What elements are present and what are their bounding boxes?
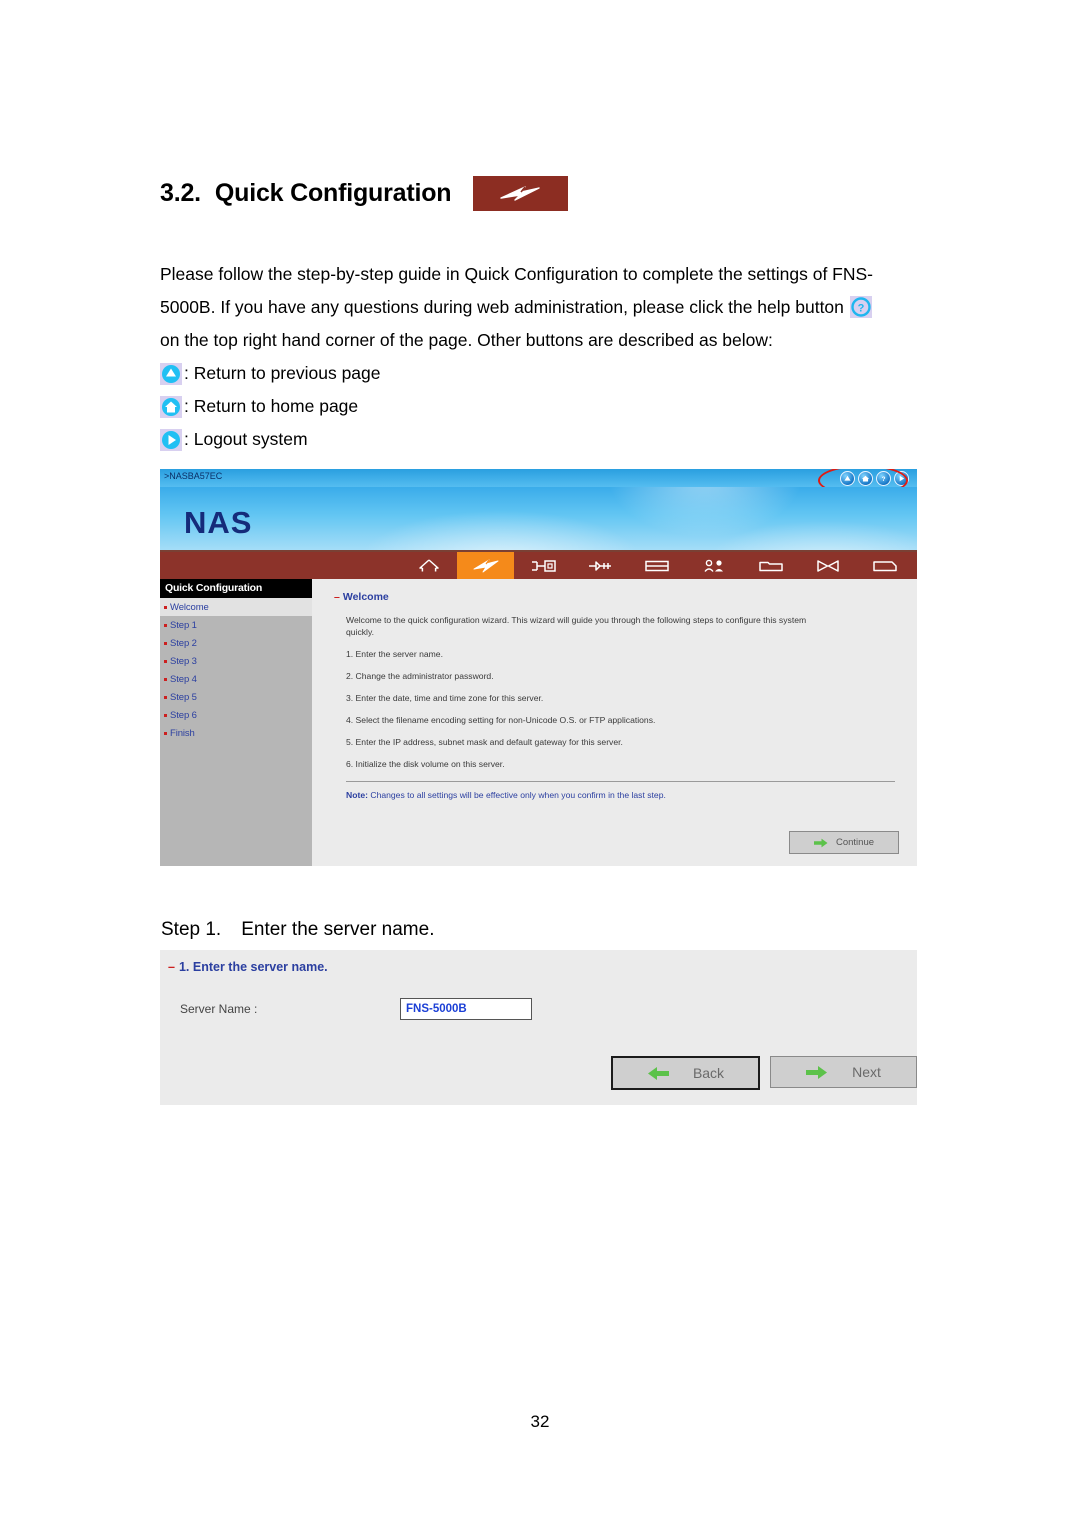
toolbar-home-icon[interactable] bbox=[400, 552, 457, 579]
nas-logo: NAS bbox=[184, 505, 253, 540]
legend-item-logout: : Logout system bbox=[160, 423, 920, 456]
app-nav-buttons: ? bbox=[818, 469, 909, 496]
home-circle-icon bbox=[160, 395, 182, 418]
continue-button-label: Continue bbox=[835, 837, 875, 848]
content-note-label: Note: bbox=[346, 790, 368, 800]
arrow-right-icon bbox=[806, 1065, 828, 1079]
breadcrumb: >NASBA57EC bbox=[164, 471, 223, 481]
server-name-row: Server Name : FNS-5000B bbox=[180, 998, 917, 1020]
sidebar-item-finish[interactable]: Finish bbox=[160, 724, 312, 742]
back-button[interactable]: Back bbox=[611, 1056, 760, 1090]
step-1-panel-screenshot: –1. Enter the server name. Server Name :… bbox=[160, 950, 917, 1105]
app-top-bar: >NASBA57EC ? bbox=[160, 469, 917, 496]
divider bbox=[346, 781, 895, 782]
content-title-label: Welcome bbox=[342, 591, 389, 603]
legend-item-home: : Return to home page bbox=[160, 390, 920, 423]
toolbar-network-settings-icon[interactable] bbox=[514, 552, 571, 579]
legend-item-home-label: : Return to home page bbox=[184, 396, 359, 416]
section-title: Quick Configuration bbox=[214, 179, 452, 207]
section-number: 3.2. bbox=[160, 179, 201, 207]
content-step-3: 3. Enter the date, time and time zone fo… bbox=[346, 693, 544, 703]
page-title: 3.2. Quick Configuration bbox=[160, 176, 569, 211]
sidebar-item-step-1[interactable]: Step 1 bbox=[160, 616, 312, 634]
app-toolbar bbox=[160, 552, 917, 579]
continue-button[interactable]: Continue bbox=[789, 831, 899, 854]
sidebar-item-step-5[interactable]: Step 5 bbox=[160, 688, 312, 706]
back-button-label: Back bbox=[692, 1065, 725, 1081]
sidebar: Quick Configuration Welcome Step 1 Step … bbox=[160, 579, 312, 866]
svg-text:?: ? bbox=[857, 303, 864, 315]
content-step-5: 5. Enter the IP address, subnet mask and… bbox=[346, 737, 623, 747]
content-step-6: 6. Initialize the disk volume on this se… bbox=[346, 759, 505, 769]
arrow-left-icon bbox=[647, 1066, 669, 1080]
sidebar-item-step-4[interactable]: Step 4 bbox=[160, 670, 312, 688]
app-banner: NAS bbox=[160, 487, 917, 552]
sidebar-item-step-3[interactable]: Step 3 bbox=[160, 652, 312, 670]
step-panel-button-row: Back Next bbox=[611, 1056, 917, 1090]
return-previous-button[interactable] bbox=[840, 470, 855, 486]
svg-text:?: ? bbox=[882, 475, 886, 482]
home-button[interactable] bbox=[858, 470, 873, 486]
step-panel-title: –1. Enter the server name. bbox=[160, 950, 917, 974]
toolbar-users-icon[interactable] bbox=[685, 552, 742, 579]
toolbar-network-valve-icon[interactable] bbox=[799, 552, 856, 579]
sidebar-item-step-2[interactable]: Step 2 bbox=[160, 634, 312, 652]
server-name-input[interactable]: FNS-5000B bbox=[400, 998, 532, 1020]
toolbar-folder-icon[interactable] bbox=[742, 552, 799, 579]
intro-paragraph: Please follow the step-by-step guide in … bbox=[160, 258, 920, 324]
toolbar-log-document-icon[interactable] bbox=[856, 552, 913, 579]
legend-item-previous-label: : Return to previous page bbox=[184, 363, 381, 383]
content-note-text: Changes to all settings will be effectiv… bbox=[367, 790, 666, 800]
app-main: Quick Configuration Welcome Step 1 Step … bbox=[160, 579, 917, 866]
content-intro: Welcome to the quick configuration wizar… bbox=[346, 615, 807, 637]
collapse-dash-icon[interactable]: – bbox=[168, 960, 175, 974]
content-step-1: 1. Enter the server name. bbox=[346, 649, 443, 659]
question-circle-icon: ? bbox=[849, 296, 872, 318]
body-text: Please follow the step-by-step guide in … bbox=[160, 258, 920, 456]
content-note: Note: Changes to all settings will be ef… bbox=[346, 790, 895, 800]
intro-paragraph-text: Please follow the step-by-step guide in … bbox=[160, 264, 874, 317]
legend-item-previous: : Return to previous page bbox=[160, 357, 920, 390]
logout-button[interactable] bbox=[894, 470, 909, 486]
intro-paragraph-2: on the top right hand corner of the page… bbox=[160, 330, 773, 350]
server-name-label: Server Name : bbox=[180, 1002, 258, 1016]
sidebar-header: Quick Configuration bbox=[160, 579, 312, 598]
legend-item-logout-label: : Logout system bbox=[184, 429, 308, 449]
arrow-right-icon bbox=[813, 838, 828, 847]
content-button-row: Continue bbox=[789, 831, 899, 854]
toolbar-disk-connector-icon[interactable] bbox=[571, 552, 628, 579]
content-step-2: 2. Change the administrator password. bbox=[346, 671, 494, 681]
collapse-dash-icon[interactable]: – bbox=[334, 591, 340, 603]
step-panel-title-label: 1. Enter the server name. bbox=[178, 960, 328, 974]
step-caption: Step 1. Enter the server name. bbox=[161, 919, 434, 941]
content-step-4: 4. Select the filename encoding setting … bbox=[346, 715, 656, 725]
sidebar-item-welcome[interactable]: Welcome bbox=[160, 598, 312, 616]
nas-web-ui-screenshot: >NASBA57EC ? NAS Quick Configuration Wel… bbox=[160, 469, 917, 866]
step-caption-text: Enter the server name. bbox=[241, 919, 435, 940]
sidebar-item-step-6[interactable]: Step 6 bbox=[160, 706, 312, 724]
next-button[interactable]: Next bbox=[770, 1056, 917, 1088]
toolbar-disk-volume-icon[interactable] bbox=[628, 552, 685, 579]
content-panel: – Welcome Welcome to the quick configurat… bbox=[312, 579, 917, 866]
next-button-label: Next bbox=[852, 1064, 881, 1080]
step-caption-label: Step 1. bbox=[161, 919, 222, 940]
toolbar-lightning-quick-config-icon[interactable] bbox=[457, 552, 514, 579]
page-number: 32 bbox=[530, 1412, 550, 1431]
lightning-bolt-icon bbox=[473, 176, 569, 211]
content-title: – Welcome bbox=[334, 591, 895, 603]
help-button[interactable]: ? bbox=[876, 470, 891, 486]
play-circle-icon bbox=[160, 428, 182, 451]
up-arrow-circle-icon bbox=[160, 362, 182, 385]
